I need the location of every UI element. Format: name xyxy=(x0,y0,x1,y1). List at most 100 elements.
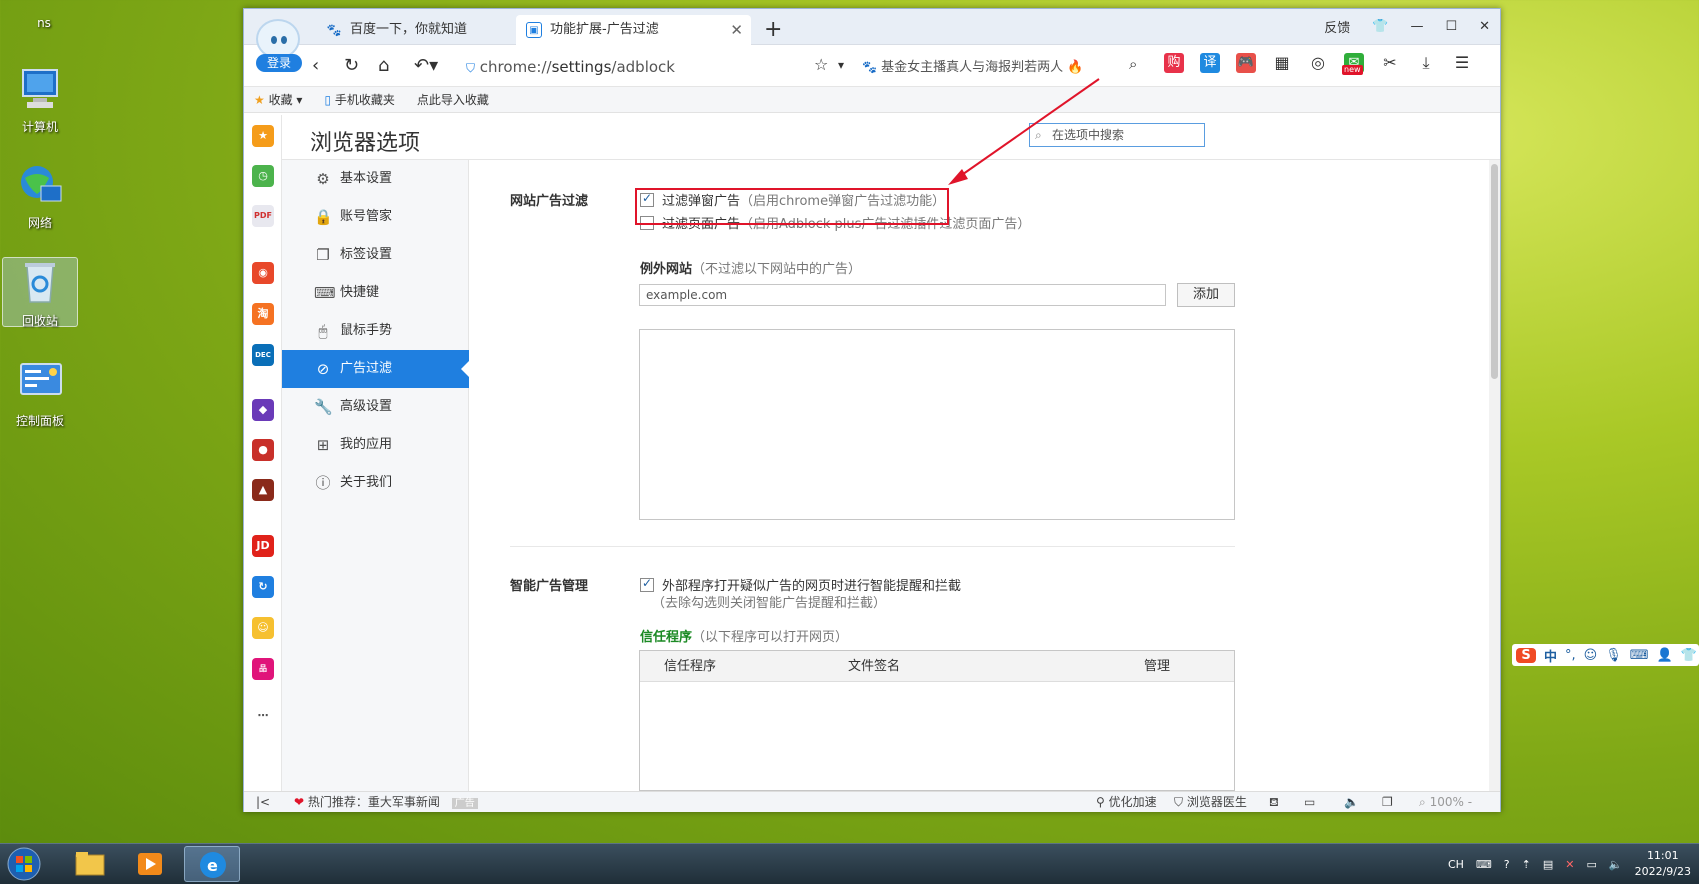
ime-toolbar: S 中 °, ☺ 🎙 ⌨ 👤 👕 xyxy=(1512,644,1699,666)
scissors-icon[interactable]: ✂ xyxy=(1380,53,1400,73)
mic-icon[interactable]: 🎙 xyxy=(1605,648,1622,663)
exception-list[interactable] xyxy=(639,329,1235,520)
bookmark-favorites[interactable]: ★ 收藏 ▾ xyxy=(254,91,302,108)
keyboard-ime-icon[interactable]: ⌨ xyxy=(1630,648,1649,663)
optimize-button[interactable]: ⚲ 优化加速 xyxy=(1096,792,1157,812)
undo-icon[interactable]: ↶▾ xyxy=(414,55,438,76)
maximize-icon[interactable]: ☐ xyxy=(1445,19,1457,34)
doctor-label: 浏览器医生 xyxy=(1186,795,1247,809)
home-icon[interactable]: ⌂ xyxy=(378,55,389,76)
more-sidebar-icon[interactable]: ⋯ xyxy=(252,705,274,727)
block-icon: ⊘ xyxy=(316,360,330,378)
taobao-sidebar-icon[interactable]: 淘 xyxy=(252,303,274,325)
game3-sidebar-icon[interactable]: ▲ xyxy=(252,479,274,501)
browser-taskbar-button[interactable]: e xyxy=(184,846,240,882)
wechat-icon[interactable]: ✉ new xyxy=(1342,53,1364,75)
monitor-tray-icon[interactable]: ▭ xyxy=(1586,858,1596,871)
collapse-sidebar-icon[interactable]: |< xyxy=(256,792,270,812)
bookmark-mobile[interactable]: ▯ 手机收藏夹 xyxy=(324,91,394,108)
address-bar[interactable]: ⛉ chrome://settings/adblock xyxy=(466,55,806,79)
nav-shortcuts[interactable]: ⌨ 快捷键 xyxy=(282,274,469,312)
desktop-icon-network[interactable]: 网络 xyxy=(0,160,80,231)
clock[interactable]: 11:01 2022/9/23 xyxy=(1635,848,1691,880)
nav-mouse[interactable]: 🖱 鼠标手势 xyxy=(282,312,469,350)
magnifier-icon[interactable]: ⌕ xyxy=(1129,55,1137,73)
options-search-input[interactable]: ⌕ 在选项中搜索 xyxy=(1029,123,1205,147)
user-avatar[interactable]: 登录 xyxy=(256,19,302,72)
back-icon[interactable]: ‹ xyxy=(312,55,319,76)
refresh-app-sidebar-icon[interactable]: ↻ xyxy=(252,576,274,598)
desktop-icon-control-panel[interactable]: 控制面板 xyxy=(0,358,80,429)
doctor-button[interactable]: ⛉ 浏览器医生 xyxy=(1174,792,1247,812)
mascot-sidebar-icon[interactable]: ☺ xyxy=(252,617,274,639)
game2-sidebar-icon[interactable]: ● xyxy=(252,439,274,461)
login-button[interactable]: 登录 xyxy=(256,54,302,72)
content-scrollbar[interactable] xyxy=(1489,160,1500,791)
shopping-icon[interactable]: 购 xyxy=(1164,53,1184,73)
history-sidebar-icon[interactable]: ◷ xyxy=(252,165,274,187)
nav-about[interactable]: ⓘ 关于我们 xyxy=(282,464,469,502)
sogou-icon[interactable]: S xyxy=(1516,647,1536,663)
volume-icon[interactable]: 🔈 xyxy=(1344,792,1359,812)
desktop-icon-computer[interactable]: 计算机 xyxy=(0,64,80,135)
menu-icon[interactable]: ☰ xyxy=(1452,53,1472,73)
help-tray-icon[interactable]: ? xyxy=(1504,858,1510,871)
pdf-sidebar-icon[interactable]: PDF xyxy=(252,205,274,227)
smile-icon[interactable]: ☺ xyxy=(1584,648,1598,663)
desktop-icon-ns[interactable]: ns xyxy=(4,0,84,30)
media-player-taskbar-button[interactable] xyxy=(122,846,178,882)
nav-adfilter[interactable]: ⊘ 广告过滤 xyxy=(282,350,469,388)
star-icon[interactable]: ☆ xyxy=(814,55,828,74)
screenshot-icon[interactable]: ▭ xyxy=(1304,792,1315,812)
game-icon[interactable]: 🎮 xyxy=(1236,53,1256,73)
zoom-control[interactable]: ⌕ 100% - xyxy=(1419,792,1472,812)
desktop-icon-recycle-bin[interactable]: 回收站 xyxy=(2,257,78,328)
arrow-up-tray-icon[interactable]: ⇡ xyxy=(1522,858,1531,871)
favorites-sidebar-icon[interactable]: ★ xyxy=(252,125,274,147)
keyboard-tray-icon[interactable]: ⌨ xyxy=(1476,858,1492,871)
nav-tabs[interactable]: ❐ 标签设置 xyxy=(282,236,469,274)
minimize-icon[interactable]: — xyxy=(1410,19,1423,34)
game1-sidebar-icon[interactable]: ◆ xyxy=(252,399,274,421)
new-tab-button[interactable]: + xyxy=(764,15,782,45)
vip-sidebar-icon[interactable]: 品 xyxy=(252,658,274,680)
volume-tray-icon[interactable]: 🔈 xyxy=(1609,858,1623,871)
hot-recommend[interactable]: ❤ 热门推荐：重大军事新闻 广告 xyxy=(294,792,478,814)
exception-site-input[interactable]: example.com xyxy=(639,284,1166,306)
weibo-sidebar-icon[interactable]: ◉ xyxy=(252,262,274,284)
window-mode-icon[interactable]: ❐ xyxy=(1382,792,1393,812)
network-tray-icon[interactable]: ✕ xyxy=(1565,858,1574,871)
search-suggestion-box[interactable]: 🐾 基金女主播真人与海报判若两人 🔥 xyxy=(862,55,1142,79)
cloud-icon[interactable]: ◎ xyxy=(1308,53,1328,73)
punct-icon[interactable]: °, xyxy=(1565,648,1576,663)
ime-mode[interactable]: 中 xyxy=(1544,646,1557,665)
start-button[interactable] xyxy=(2,846,50,882)
nav-apps[interactable]: ⊞ 我的应用 xyxy=(282,426,469,464)
close-window-icon[interactable]: ✕ xyxy=(1479,19,1490,34)
nav-account[interactable]: 🔒 账号管家 xyxy=(282,198,469,236)
smart-checkbox[interactable] xyxy=(640,576,654,592)
tab-close-icon[interactable]: ✕ xyxy=(730,15,743,45)
shirt-skin-icon[interactable]: 👕 xyxy=(1372,19,1388,34)
user-ime-icon[interactable]: 👤 xyxy=(1657,648,1673,663)
skin-ime-icon[interactable]: 👕 xyxy=(1681,648,1697,663)
ime-tray-icon[interactable]: ▤ xyxy=(1543,858,1553,871)
translate-icon[interactable]: 译 xyxy=(1200,53,1220,73)
download-icon[interactable]: ⤓ xyxy=(1416,53,1436,73)
add-button[interactable]: 添加 xyxy=(1177,283,1235,307)
decathlon-sidebar-icon[interactable]: DEC xyxy=(252,344,274,366)
lang-indicator[interactable]: CH xyxy=(1448,858,1464,871)
chevron-down-icon[interactable]: ▾ xyxy=(838,58,844,72)
tab-adfilter[interactable]: ▣ 功能扩展-广告过滤 ✕ xyxy=(516,15,751,45)
feedback-button[interactable]: 反馈 xyxy=(1324,17,1350,36)
grid-apps-icon[interactable]: ▦ xyxy=(1272,53,1292,73)
nav-basic[interactable]: ⚙ 基本设置 xyxy=(282,160,469,198)
bookmark-import[interactable]: 点此导入收藏 xyxy=(417,91,489,108)
scrollbar-thumb[interactable] xyxy=(1491,164,1498,379)
refresh-icon[interactable]: ↻ xyxy=(344,55,359,76)
tab-baidu[interactable]: 🐾 百度一下，你就知道 xyxy=(316,15,516,45)
nav-advanced[interactable]: 🔧 高级设置 xyxy=(282,388,469,426)
jd-sidebar-icon[interactable]: JD xyxy=(252,535,274,557)
bag-icon[interactable]: ⛾ xyxy=(1269,792,1279,812)
explorer-taskbar-button[interactable] xyxy=(62,846,118,882)
